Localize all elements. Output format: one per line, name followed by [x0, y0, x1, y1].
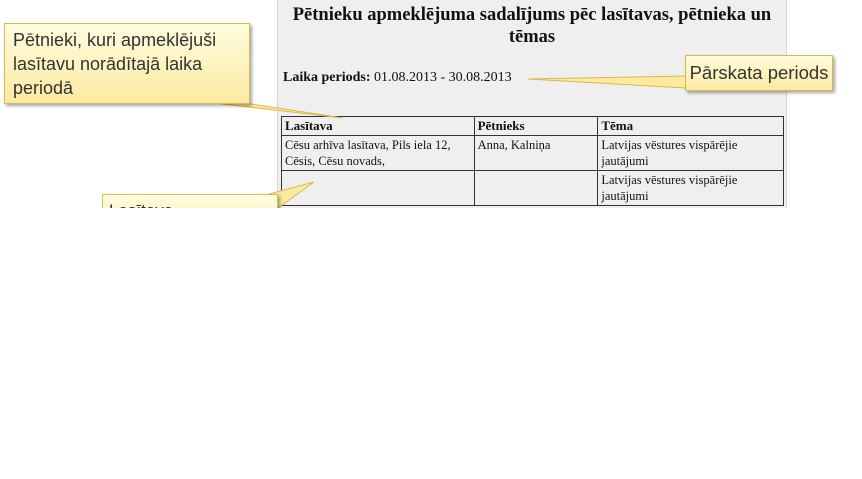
leader-period [527, 75, 687, 89]
callout-reading-room: Lasītava [102, 194, 278, 208]
leader-researchers [214, 102, 344, 119]
callout-period: Pārskata periods [685, 55, 833, 91]
callout-researchers: Pētnieki, kuri apmeklējuši lasītavu norā… [4, 23, 250, 104]
report-viewport: Pētnieku apmeklējuma sadalījums pēc lasī… [0, 0, 862, 208]
